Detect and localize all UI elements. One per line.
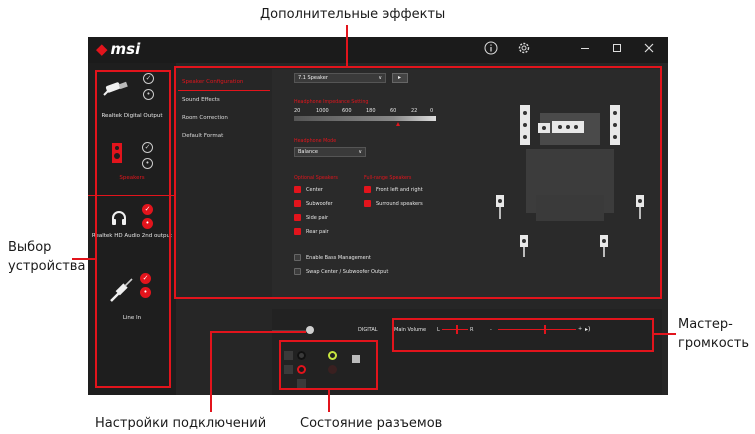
leader-line: [328, 390, 330, 412]
leader-line: [346, 25, 348, 66]
minimize-icon[interactable]: [576, 41, 594, 59]
close-icon[interactable]: [640, 41, 658, 59]
callout-volume-line2: громкость: [678, 336, 750, 351]
dragon-icon: ◆: [96, 40, 108, 58]
callout-box-master-volume: [392, 318, 654, 352]
leader-line: [210, 331, 306, 333]
callout-box-advanced-effects: [174, 66, 662, 299]
connection-settings-knob-icon[interactable]: [306, 326, 314, 334]
callout-volume-line1: Мастер-: [678, 317, 733, 332]
callout-jack-status: Состояние разъемов: [300, 416, 443, 431]
gear-icon[interactable]: [515, 41, 533, 59]
leader-line: [210, 331, 212, 412]
msi-logo: ◆ msi: [96, 40, 140, 58]
info-icon[interactable]: [482, 41, 500, 59]
leader-line: [654, 333, 676, 335]
callout-master-volume: Мастер- громкость: [678, 315, 749, 353]
callout-device-line1: Выбор: [8, 240, 52, 255]
callout-connection-settings: Настройки подключений: [95, 416, 267, 431]
digital-label: DIGITAL: [358, 327, 378, 333]
title-bar: ◆ msi: [88, 37, 668, 63]
leader-line: [72, 258, 95, 260]
callout-box-jack-status: [279, 340, 378, 390]
callout-box-device-panel: [95, 70, 171, 388]
callout-advanced-effects: Дополнительные эффекты: [260, 7, 446, 22]
maximize-icon[interactable]: [608, 41, 626, 59]
logo-text: msi: [110, 40, 141, 58]
callout-device-select: Выбор устройства: [8, 238, 85, 276]
